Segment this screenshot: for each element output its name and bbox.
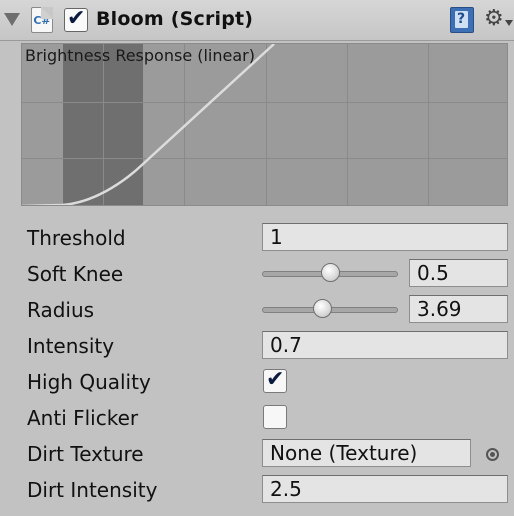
threshold-label: Threshold	[27, 226, 126, 250]
gear-icon[interactable]: ⚙	[484, 6, 504, 31]
dirt-texture-label: Dirt Texture	[27, 442, 144, 466]
help-book-icon[interactable]: ?	[450, 7, 474, 33]
object-picker-icon[interactable]	[486, 448, 499, 461]
component-enabled-checkbox[interactable]: ✔	[64, 6, 88, 32]
dropdown-caret-icon	[505, 20, 513, 26]
checkmark-icon: ✔	[67, 6, 86, 31]
threshold-input[interactable]: 1	[262, 223, 508, 251]
radius-slider-thumb[interactable]	[313, 299, 333, 318]
brightness-response-graph: Brightness Response (linear)	[21, 43, 508, 206]
dirt-intensity-row: Dirt Intensity 2.5	[0, 473, 514, 507]
anti-flicker-label: Anti Flicker	[27, 406, 139, 430]
dirt-intensity-input[interactable]: 2.5	[262, 475, 508, 503]
graph-label: Brightness Response (linear)	[25, 46, 255, 65]
graph-canvas	[22, 44, 507, 205]
radius-row: Radius 3.69	[0, 293, 514, 327]
dirt-texture-object-field[interactable]: None (Texture)	[262, 439, 471, 467]
threshold-row: Threshold 1	[0, 221, 514, 255]
soft-knee-slider-thumb[interactable]	[320, 263, 340, 282]
intensity-input[interactable]: 0.7	[262, 331, 508, 359]
component-title: Bloom (Script)	[96, 8, 254, 30]
high-quality-row: High Quality ✔	[0, 365, 514, 399]
high-quality-checkbox[interactable]: ✔	[263, 367, 287, 393]
checkmark-icon: ✔	[266, 367, 285, 392]
intensity-label: Intensity	[27, 334, 115, 358]
radius-label: Radius	[27, 298, 95, 322]
high-quality-label: High Quality	[27, 370, 151, 394]
soft-knee-input[interactable]: 0.5	[409, 259, 508, 287]
soft-knee-label: Soft Knee	[27, 262, 124, 286]
dirt-texture-row: Dirt Texture None (Texture)	[0, 437, 514, 471]
radius-input[interactable]: 3.69	[409, 295, 508, 323]
fold-arrow-icon[interactable]	[4, 13, 20, 26]
anti-flicker-checkbox[interactable]	[263, 405, 287, 429]
csharp-script-icon: C#	[31, 7, 53, 33]
intensity-row: Intensity 0.7	[0, 329, 514, 363]
dirt-intensity-label: Dirt Intensity	[27, 478, 158, 502]
soft-knee-row: Soft Knee 0.5	[0, 257, 514, 291]
anti-flicker-row: Anti Flicker	[0, 401, 514, 435]
component-header: C# ✔ Bloom (Script) ? ⚙	[0, 0, 514, 41]
